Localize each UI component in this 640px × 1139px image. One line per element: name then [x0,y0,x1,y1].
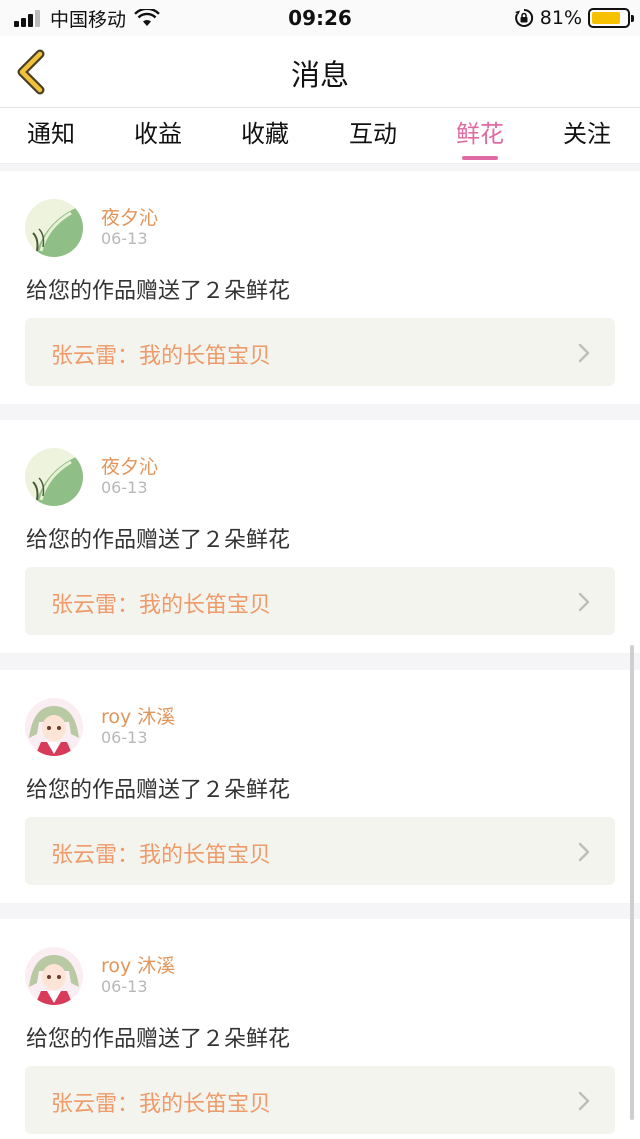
nav-bar: 消息 [0,36,640,108]
scrollbar[interactable] [630,645,634,1120]
page-title: 消息 [290,58,349,92]
tab-earnings[interactable]: 收益 [113,114,203,149]
message-card: roy 沐溪 06-13 给您的作品赠送了２朵鲜花 张云雷：我的长笛宝贝 [0,670,640,903]
avatar[interactable] [25,448,83,506]
work-title: 张云雷：我的长笛宝贝 [51,843,272,868]
back-button[interactable] [10,48,58,96]
tab-bar: 通知 收益 收藏 互动 鲜花 关注 [0,108,640,164]
message-date: 06-13 [101,478,148,497]
message-card: roy 沐溪 06-13 给您的作品赠送了２朵鲜花 张云雷：我的长笛宝贝 [0,919,640,1139]
status-left: 中国移动 [14,0,160,36]
work-link[interactable]: 张云雷：我的长笛宝贝 [25,817,615,885]
avatar[interactable] [25,199,83,257]
wifi-icon [134,9,160,26]
message-card: 夜夕沁 06-13 给您的作品赠送了２朵鲜花 张云雷：我的长笛宝贝 [0,171,640,404]
battery-level [592,12,620,24]
message-text: 给您的作品赠送了２朵鲜花 [26,528,291,553]
message-date: 06-13 [101,728,148,747]
message-date: 06-13 [101,977,148,996]
avatar[interactable] [25,947,83,1005]
work-title: 张云雷：我的长笛宝贝 [51,1092,272,1117]
battery-percent: 81% [539,7,582,29]
tab-flowers[interactable]: 鲜花 [435,114,525,160]
chevron-right-icon [578,343,590,363]
status-right: 81% [514,0,634,36]
work-link[interactable]: 张云雷：我的长笛宝贝 [25,318,615,386]
avatar[interactable] [25,698,83,756]
work-link[interactable]: 张云雷：我的长笛宝贝 [25,567,615,635]
tab-flowers-label: 鲜花 [456,120,504,148]
tab-notifications[interactable]: 通知 [6,114,96,149]
chevron-right-icon [578,1091,590,1111]
message-text: 给您的作品赠送了２朵鲜花 [26,778,291,803]
chevron-right-icon [578,842,590,862]
message-date: 06-13 [101,229,148,248]
battery-icon [588,8,634,28]
signal-icon [14,9,42,27]
rotation-lock-icon [514,8,533,27]
message-card: 夜夕沁 06-13 给您的作品赠送了２朵鲜花 张云雷：我的长笛宝贝 [0,420,640,653]
username[interactable]: roy 沐溪 [101,702,175,729]
username[interactable]: roy 沐溪 [101,951,175,978]
work-link[interactable]: 张云雷：我的长笛宝贝 [25,1066,615,1134]
work-title: 张云雷：我的长笛宝贝 [51,593,272,618]
tab-active-indicator [462,156,498,160]
tab-interactions[interactable]: 互动 [328,114,418,149]
tab-favorites[interactable]: 收藏 [220,114,310,149]
status-bar: 中国移动 09:26 81% [0,0,640,36]
username[interactable]: 夜夕沁 [101,203,158,230]
work-title: 张云雷：我的长笛宝贝 [51,344,272,369]
tab-following[interactable]: 关注 [542,114,632,149]
message-text: 给您的作品赠送了２朵鲜花 [26,279,291,304]
message-text: 给您的作品赠送了２朵鲜花 [26,1027,291,1052]
chevron-right-icon [578,592,590,612]
carrier-label: 中国移动 [50,8,127,31]
username[interactable]: 夜夕沁 [101,452,158,479]
